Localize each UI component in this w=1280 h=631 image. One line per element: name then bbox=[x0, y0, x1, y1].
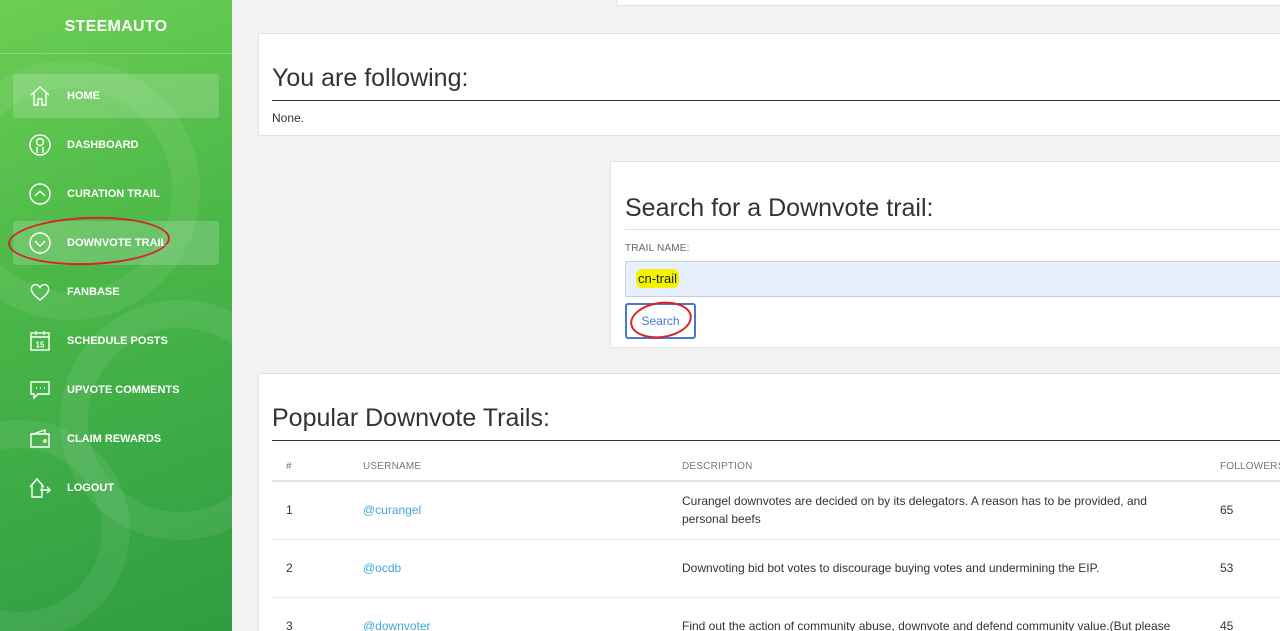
chevron-down-circle-icon bbox=[27, 230, 53, 256]
following-value: None. bbox=[272, 111, 305, 125]
sidebar-item-label: SCHEDULE POSTS bbox=[67, 335, 168, 347]
sidebar-item-fanbase[interactable]: FANBASE bbox=[13, 270, 219, 314]
chevron-up-circle-icon bbox=[27, 181, 53, 207]
row-number: 1 bbox=[272, 481, 363, 540]
username-link[interactable]: @ocdb bbox=[363, 539, 682, 598]
wallet-icon bbox=[27, 426, 53, 452]
followers-count: 45 bbox=[1220, 597, 1280, 631]
column-header-followers[interactable]: FOLLOWERS bbox=[1220, 453, 1280, 482]
popular-title: Popular Downvote Trails: bbox=[272, 404, 550, 432]
heart-icon bbox=[27, 279, 53, 305]
calendar-day: 15 bbox=[36, 341, 45, 350]
divider bbox=[272, 100, 1280, 101]
column-header-description[interactable]: DESCRIPTION bbox=[682, 453, 1220, 482]
row-number: 3 bbox=[272, 597, 363, 631]
username-link[interactable]: @downvoter bbox=[363, 597, 682, 631]
sidebar-item-dashboard[interactable]: DASHBOARD bbox=[13, 123, 219, 167]
sidebar-item-curation-trail[interactable]: CURATION TRAIL bbox=[13, 172, 219, 216]
sidebar-item-upvote-comments[interactable]: UPVOTE COMMENTS bbox=[13, 368, 219, 412]
sidebar-item-label: CLAIM REWARDS bbox=[67, 433, 162, 445]
followers-count: 53 bbox=[1220, 539, 1280, 598]
column-header-number[interactable]: # bbox=[272, 453, 363, 482]
username-link[interactable]: @curangel bbox=[363, 481, 682, 540]
table-row: 3 @downvoter Find out the action of comm… bbox=[272, 597, 1280, 631]
sidebar-item-label: LOGOUT bbox=[67, 482, 115, 494]
comment-icon bbox=[27, 377, 53, 403]
sidebar-item-label: CURATION TRAIL bbox=[67, 188, 160, 200]
followers-count: 65 bbox=[1220, 481, 1280, 540]
sidebar-item-claim-rewards[interactable]: CLAIM REWARDS bbox=[13, 417, 219, 461]
sidebar-item-label: UPVOTE COMMENTS bbox=[67, 384, 180, 396]
search-button-label: Search bbox=[641, 314, 680, 328]
sidebar-item-schedule-posts[interactable]: 15 SCHEDULE POSTS bbox=[13, 319, 219, 363]
popular-trails-table: # USERNAME DESCRIPTION FOLLOWERS 1 @cura… bbox=[272, 453, 1280, 631]
row-number: 2 bbox=[272, 539, 363, 598]
top-card bbox=[616, 0, 1280, 6]
following-title: You are following: bbox=[272, 64, 469, 92]
popular-card: Popular Downvote Trails: # USERNAME DESC… bbox=[258, 373, 1280, 631]
trail-name-value: cn-trail bbox=[636, 269, 680, 288]
trail-name-input[interactable]: cn-trail bbox=[625, 261, 1280, 297]
divider bbox=[625, 229, 1280, 230]
trail-description: Find out the action of community abuse, … bbox=[682, 597, 1220, 631]
calendar-icon: 15 bbox=[27, 328, 53, 354]
trail-description: Downvoting bid bot votes to discourage b… bbox=[682, 539, 1220, 598]
brand-title[interactable]: STEEMAUTO bbox=[0, 0, 232, 54]
logout-icon bbox=[27, 475, 53, 501]
sidebar-item-label: DASHBOARD bbox=[67, 139, 139, 151]
divider bbox=[272, 440, 1280, 441]
sidebar: STEEMAUTO HOME DASHBOARD CURATION TRAIL bbox=[0, 0, 232, 631]
trail-name-label: TRAIL NAME: bbox=[625, 243, 690, 254]
sidebar-item-downvote-trail[interactable]: DOWNVOTE TRAIL bbox=[7, 214, 219, 268]
column-header-username[interactable]: USERNAME bbox=[363, 453, 682, 482]
search-title: Search for a Downvote trail: bbox=[625, 194, 934, 222]
user-circle-icon bbox=[27, 132, 53, 158]
table-row: 1 @curangel Curangel downvotes are decid… bbox=[272, 481, 1280, 540]
search-card: Search for a Downvote trail: TRAIL NAME:… bbox=[610, 161, 1280, 348]
sidebar-item-logout[interactable]: LOGOUT bbox=[13, 466, 219, 510]
following-card: You are following: None. bbox=[258, 33, 1280, 136]
table-header-row: # USERNAME DESCRIPTION FOLLOWERS bbox=[272, 453, 1280, 482]
sidebar-item-home[interactable]: HOME bbox=[13, 74, 219, 118]
table-row: 2 @ocdb Downvoting bid bot votes to disc… bbox=[272, 539, 1280, 598]
home-icon bbox=[27, 83, 53, 109]
sidebar-item-label: FANBASE bbox=[67, 286, 120, 298]
sidebar-item-label: DOWNVOTE TRAIL bbox=[67, 237, 168, 249]
sidebar-item-label: HOME bbox=[67, 90, 100, 102]
trail-description: Curangel downvotes are decided on by its… bbox=[682, 481, 1220, 540]
sidebar-nav: HOME DASHBOARD CURATION TRAIL DOWNVOTE T… bbox=[0, 74, 232, 510]
search-button[interactable]: Search bbox=[625, 297, 696, 343]
